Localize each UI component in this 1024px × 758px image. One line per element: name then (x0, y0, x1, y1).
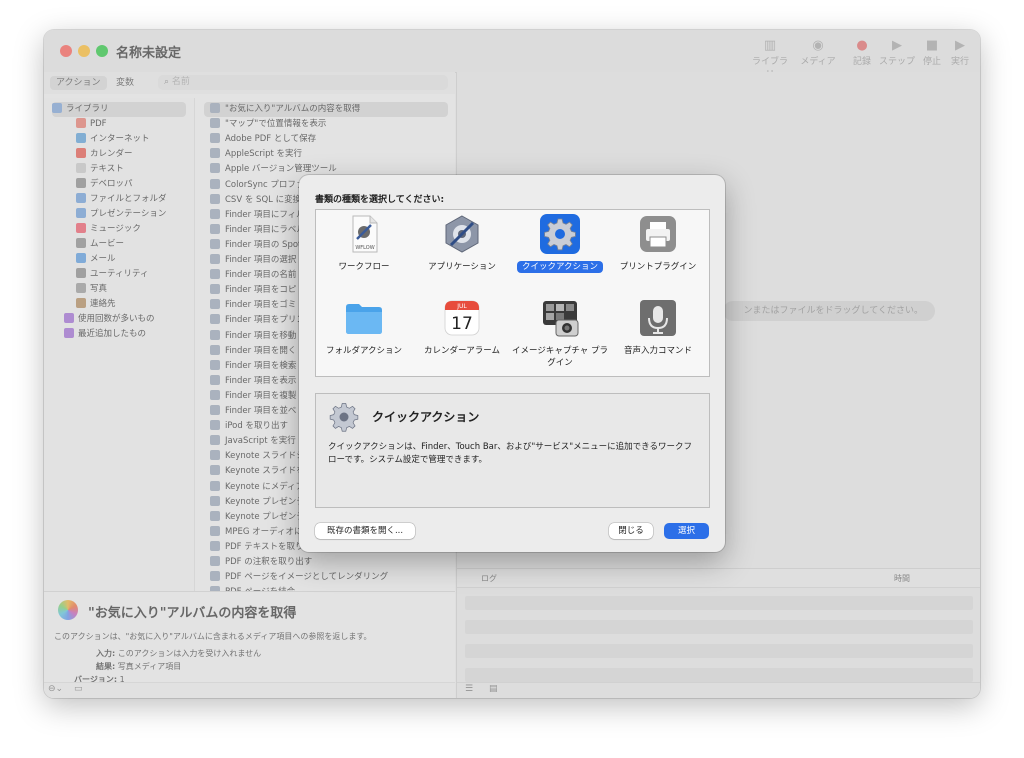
type-calendar-alarm[interactable]: JUL 17 カレンダーアラーム (414, 294, 510, 372)
folder-icon (346, 304, 382, 334)
document-type-dialog: 書類の種類を選択してください: WFLOW ワークフロー アプリケーション クイ… (299, 175, 725, 552)
type-print-plugin[interactable]: プリントプラグイン (610, 210, 706, 288)
type-quick-action-label: クイックアクション (512, 261, 608, 273)
image-capture-icon (543, 301, 579, 337)
info-title: クイックアクション (372, 410, 480, 424)
gear-icon (544, 218, 576, 251)
gear-icon (329, 403, 359, 432)
calendar-icon: JUL 17 (444, 300, 480, 336)
type-dictation-command-label: 音声入力コマンド (623, 346, 692, 356)
type-image-capture-plugin[interactable]: イメージキャプチャ プラグイン (512, 294, 608, 372)
type-dictation-command[interactable]: 音声入力コマンド (610, 294, 706, 372)
workflow-document-icon: WFLOW (352, 215, 378, 253)
info-description: クイックアクションは、Finder、Touch Bar、および"サービス"メニュ… (328, 442, 692, 465)
type-workflow-label: ワークフロー (338, 262, 390, 272)
gear-icon-selected-bg (540, 214, 580, 254)
calendar-day: 17 (451, 314, 473, 334)
type-info-box: クイックアクション クイックアクションは、Finder、Touch Bar、およ… (315, 393, 710, 508)
microphone-icon (640, 300, 676, 336)
dialog-prompt: 書類の種類を選択してください: (315, 195, 445, 205)
calendar-month: JUL (456, 303, 467, 310)
printer-icon (640, 216, 676, 252)
document-type-grid: WFLOW ワークフロー アプリケーション クイックアクション プリントプラグイ… (315, 209, 710, 377)
type-application[interactable]: アプリケーション (414, 210, 510, 288)
choose-button[interactable]: 選択 (664, 523, 709, 539)
type-workflow[interactable]: WFLOW ワークフロー (316, 210, 412, 288)
type-folder-action[interactable]: フォルダアクション (316, 294, 412, 372)
close-button[interactable]: 閉じる (609, 523, 653, 539)
application-icon (445, 215, 479, 253)
type-folder-action-label: フォルダアクション (325, 346, 403, 356)
open-existing-button[interactable]: 既存の書類を開く... (315, 523, 415, 539)
workflow-doc-label: WFLOW (355, 245, 374, 251)
type-image-capture-plugin-label: イメージキャプチャ プラグイン (512, 346, 608, 368)
type-quick-action[interactable]: クイックアクション (512, 210, 608, 288)
type-print-plugin-label: プリントプラグイン (619, 262, 697, 272)
type-calendar-alarm-label: カレンダーアラーム (424, 346, 500, 356)
type-application-label: アプリケーション (428, 262, 496, 272)
